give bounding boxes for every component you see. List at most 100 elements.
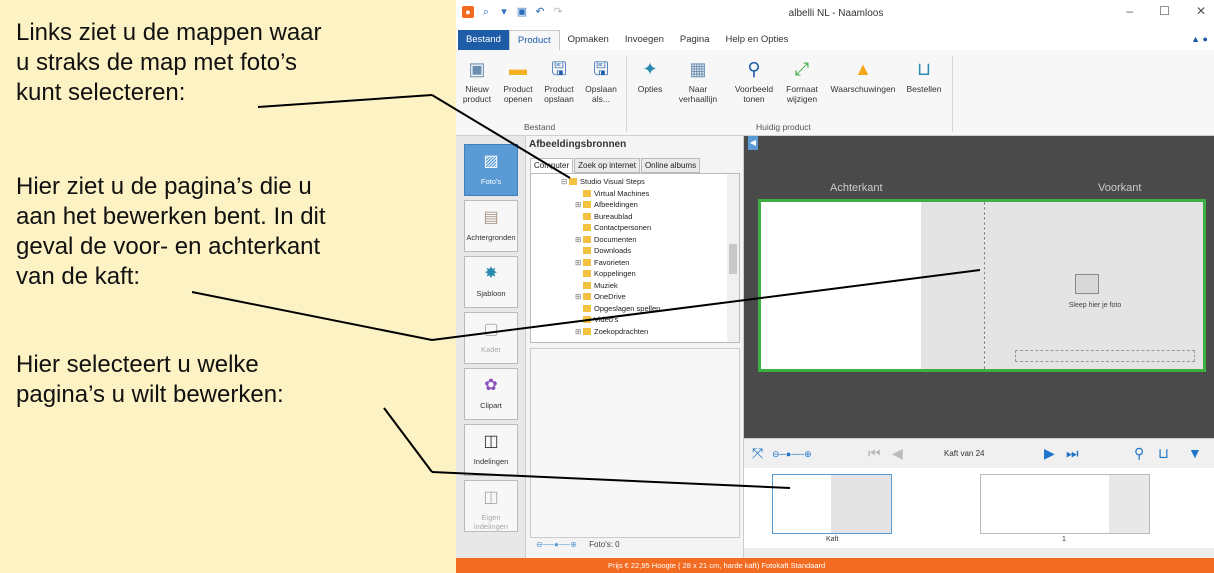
page-navigation-bar: ⤧ ⊖─●──⊕ ⏮ ◀ Kaft van 24 ▶ ⏭ ⚲ ⊔ ▼ [744, 438, 1214, 468]
custom-layout-icon: ◫ [483, 489, 499, 506]
minimize-button[interactable]: – [1126, 4, 1133, 18]
resize-button[interactable]: ⤢ Formaat wijzigen [782, 58, 822, 104]
expander-icon[interactable]: ⊞ [575, 257, 583, 268]
options-button[interactable]: ✦ Opties [632, 58, 668, 94]
tab-online-albums[interactable]: Online albums [640, 158, 701, 173]
image-sources-panel: Afbeeldingsbronnen Computer Zoek op inte… [526, 136, 744, 573]
tool-templates[interactable]: ✸ Sjabloon [464, 256, 518, 308]
close-button[interactable]: ✕ [1196, 4, 1206, 18]
tab-invoegen[interactable]: Invoegen [617, 30, 672, 50]
ribbon-help-icon[interactable]: ▲ ● [1191, 34, 1208, 44]
last-page-icon[interactable]: ⏭ [1066, 445, 1079, 462]
page-thumb-1[interactable] [980, 474, 1150, 534]
back-cover-page[interactable] [761, 202, 984, 369]
tool-layouts[interactable]: ◫ Indelingen [464, 424, 518, 476]
folder-tree-item[interactable]: ⊞ OneDrive [575, 291, 626, 302]
folder-tree-item[interactable]: Downloads [575, 245, 631, 256]
folder-tree-item[interactable]: Opgeslagen spellen [575, 303, 660, 314]
frame-icon: ▢ [483, 321, 499, 338]
folder-tree-item[interactable]: Muziek [575, 280, 618, 291]
save-icon: 🖫 [551, 59, 567, 79]
page-label-cover: Kaft [826, 536, 839, 543]
tab-help-opties[interactable]: Help en Opties [718, 30, 797, 50]
folder-tree-scrollbar[interactable] [727, 174, 739, 342]
text-box-placeholder[interactable] [1015, 350, 1195, 362]
tool-frame[interactable]: ▢ Kader [464, 312, 518, 364]
warnings-button[interactable]: ▲ Waarschuwingen [828, 58, 898, 94]
page-strip-scrollbar[interactable] [744, 548, 1214, 558]
storyline-button[interactable]: ▦ Naar verhaallijn [676, 58, 720, 104]
note-folders: Links ziet u de mappen waar u straks de … [16, 19, 322, 106]
folder-tree[interactable]: ⊟ Studio Visual Steps Virtual Machines ⊞ Afb… [530, 173, 740, 343]
tool-backgrounds-label: Achtergronden [466, 233, 516, 242]
folder-tree-item[interactable]: ⊞ Afbeeldingen [575, 199, 638, 210]
expander-icon[interactable]: ⊞ [575, 326, 583, 337]
folder-tree-item[interactable]: ⊞ Favorieten [575, 257, 629, 268]
folder-icon [583, 224, 591, 231]
page-strip: Kaft 1 [744, 468, 1214, 548]
maximize-button[interactable]: ☐ [1159, 4, 1170, 18]
title-bar: ● ⌕ ▾ ▣ ↶ ↷ albelli NL - Naamloos – ☐ ✕ [456, 0, 1214, 28]
tab-pagina[interactable]: Pagina [672, 30, 718, 50]
save-quick-icon[interactable]: ▣ [516, 6, 528, 18]
folder-tree-item[interactable]: ⊞ Documenten [575, 234, 637, 245]
page-thumb-cover[interactable] [772, 474, 892, 534]
preview-button[interactable]: ⚲ Voorbeeld tonen [732, 58, 776, 104]
folder-tree-item[interactable]: Koppelingen [575, 268, 636, 279]
tab-internet[interactable]: Zoek op internet [574, 158, 640, 173]
tool-strip: ▨ Foto's ▤ Achtergronden ✸ Sjabloon ▢ Ka… [456, 136, 526, 573]
fit-view-icon[interactable]: ⤧ [752, 445, 763, 462]
folder-name: Afbeeldingen [594, 200, 638, 209]
save-as-button[interactable]: 🖫 Opslaan als... [582, 58, 620, 104]
folder-tree-item[interactable]: ⊞ Zoekopdrachten [575, 326, 648, 337]
open-product-button[interactable]: ▬ Product openen [500, 58, 536, 104]
scrollbar-thumb[interactable] [729, 244, 737, 274]
note-pages-editing: Hier ziet u de pagina’s die u aan het be… [16, 173, 326, 290]
warning-icon: ▲ [854, 59, 872, 79]
tab-computer[interactable]: Computer [530, 158, 574, 173]
basket-quick-icon[interactable]: ▾ [498, 6, 510, 18]
folder-name: Favorieten [594, 257, 630, 267]
previous-page-icon[interactable]: ◀ [892, 445, 903, 462]
photo-thumbnails-area[interactable] [530, 348, 740, 538]
thumbnail-size-slider[interactable]: ⊖──●──⊕ [536, 540, 577, 549]
tab-opmaken[interactable]: Opmaken [560, 30, 617, 50]
photo-count: Foto's: 0 [589, 540, 620, 549]
tool-photos[interactable]: ▨ Foto's [464, 144, 518, 196]
basket-icon[interactable]: ⊔ [1158, 445, 1169, 462]
tool-backgrounds[interactable]: ▤ Achtergronden [464, 200, 518, 252]
save-product-button[interactable]: 🖫 Product opslaan [540, 58, 578, 104]
folder-tree-item[interactable]: Video's [575, 314, 618, 325]
new-product-button[interactable]: ▣ Nieuw product [460, 58, 494, 104]
expand-down-icon[interactable]: ▼ [1188, 445, 1202, 461]
expander-icon[interactable]: ⊞ [575, 291, 583, 302]
folder-tree-item[interactable]: Contactpersonen [575, 222, 651, 233]
folder-open-icon: ▬ [509, 59, 527, 79]
tab-bestand[interactable]: Bestand [458, 30, 509, 50]
basket-icon: ⊔ [916, 59, 932, 79]
folder-tree-item[interactable]: Bureaublad [575, 211, 632, 222]
undo-icon[interactable]: ↶ [534, 6, 546, 18]
cover-spread[interactable]: Sleep hier je foto [758, 199, 1206, 372]
tool-custom-layouts[interactable]: ◫ Eigen indelingen [464, 480, 518, 532]
first-page-icon[interactable]: ⏮ [868, 445, 881, 462]
folder-tree-item[interactable]: ⊟ Studio Visual Steps [561, 176, 645, 187]
search-icon[interactable]: ⌕ [480, 6, 492, 18]
expander-icon[interactable]: ⊞ [575, 234, 583, 245]
albelli-app-window: ● ⌕ ▾ ▣ ↶ ↷ albelli NL - Naamloos – ☐ ✕ … [456, 0, 1214, 573]
next-page-icon[interactable]: ▶ [1044, 445, 1055, 462]
order-button[interactable]: ⊔ Bestellen [904, 58, 944, 94]
quick-access-toolbar: ● ⌕ ▾ ▣ ↶ ↷ [462, 6, 564, 18]
template-icon: ✸ [484, 265, 498, 282]
zoom-slider[interactable]: ⊖─●──⊕ [772, 449, 812, 460]
folder-tree-item[interactable]: Virtual Machines [575, 188, 649, 199]
tool-clipart[interactable]: ✿ Clipart [464, 368, 518, 420]
preview-search-icon[interactable]: ⚲ [1134, 445, 1144, 462]
expander-icon[interactable]: ⊟ [561, 176, 569, 187]
front-cover-page[interactable]: Sleep hier je foto [985, 202, 1203, 369]
redo-icon[interactable]: ↷ [552, 6, 564, 18]
group-label-current: Huidig product [756, 122, 811, 132]
tab-product[interactable]: Product [508, 30, 560, 50]
collapse-panel-button[interactable]: ◀ [748, 136, 758, 150]
expander-icon[interactable]: ⊞ [575, 199, 583, 210]
